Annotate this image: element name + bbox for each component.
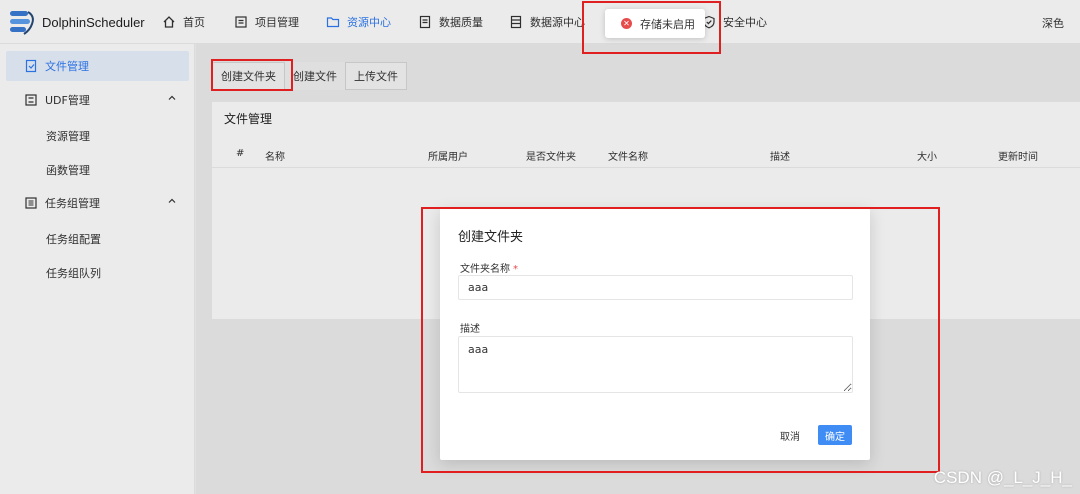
highlight-create-folder [211, 59, 293, 91]
highlight-dialog [421, 207, 940, 473]
highlight-toast [582, 1, 721, 54]
watermark: CSDN @_L_J_H_ [933, 468, 1072, 487]
